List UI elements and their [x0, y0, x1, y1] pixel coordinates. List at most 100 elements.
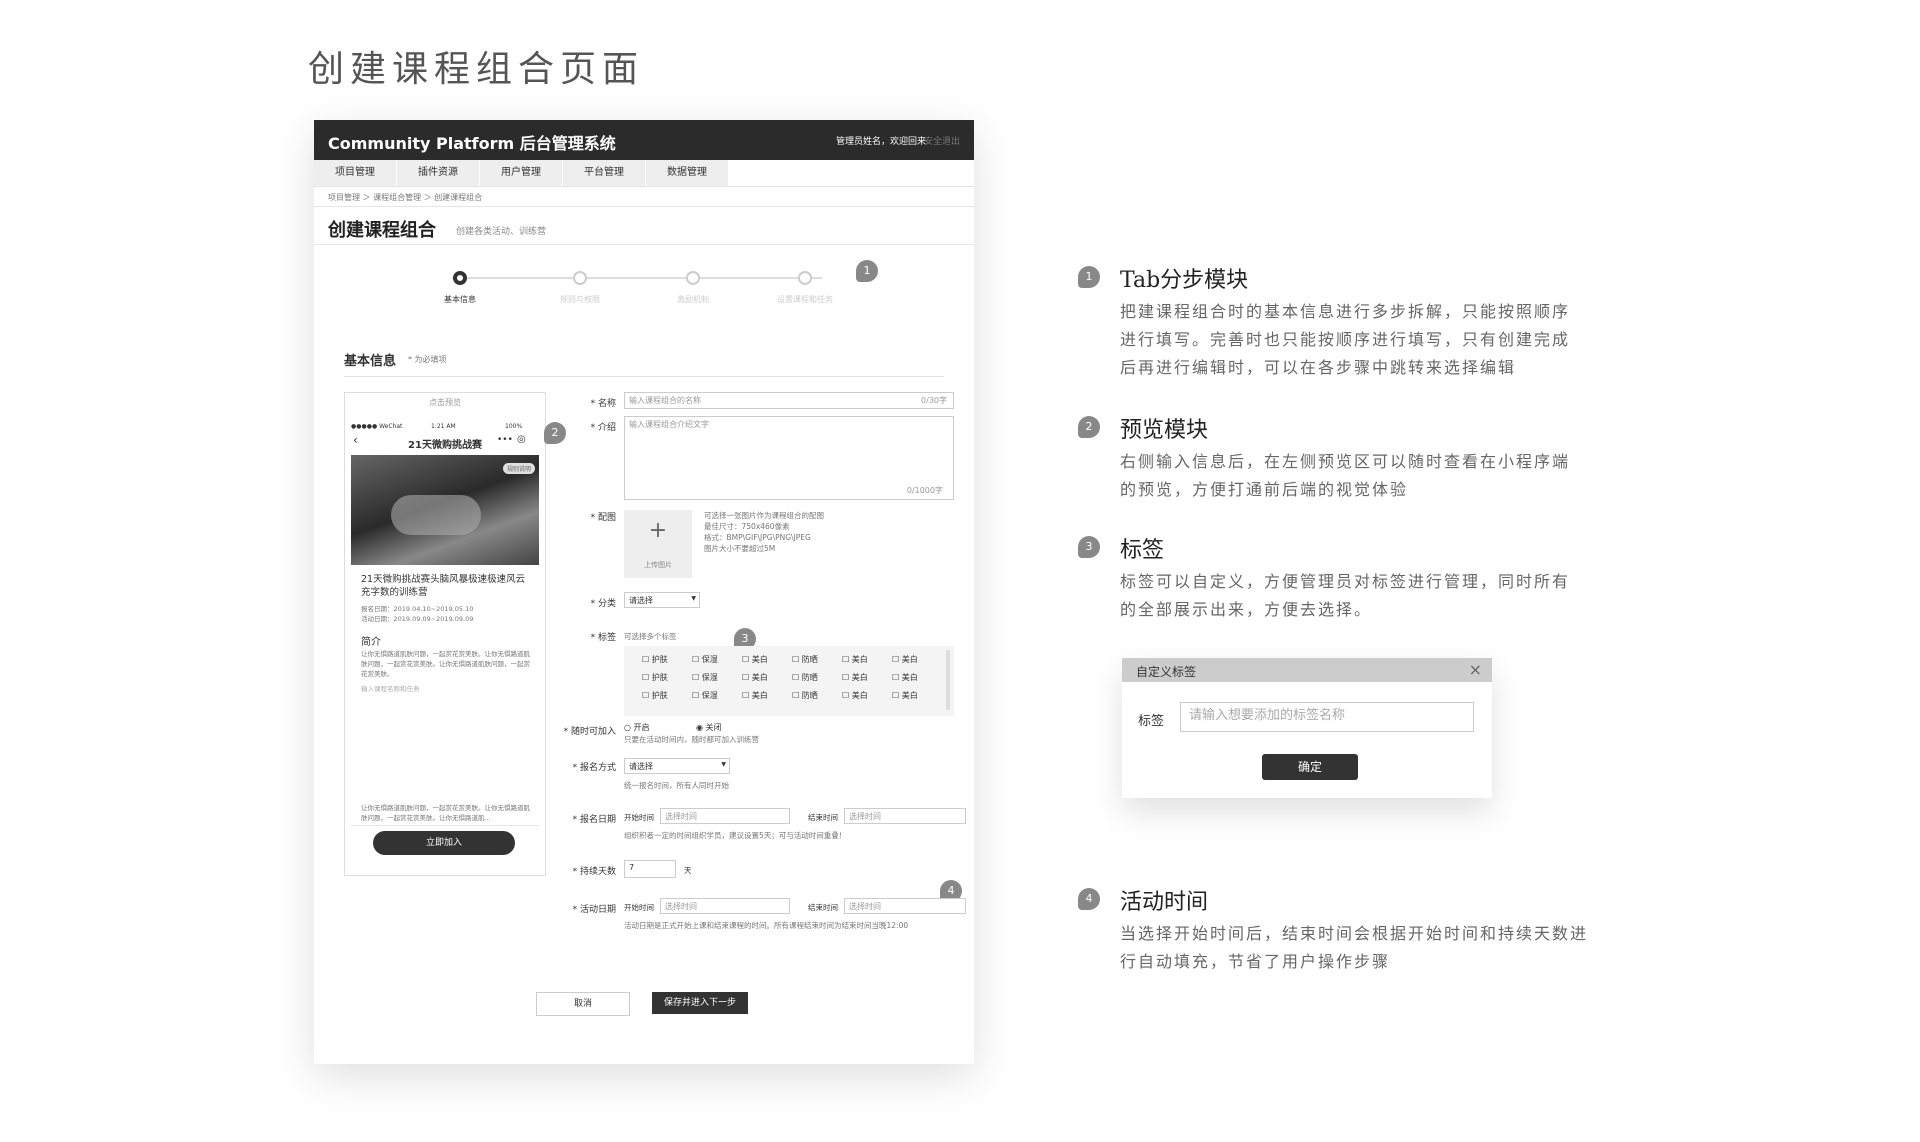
signup-method-note: 统一报名时间，所有人同时开始 [624, 781, 729, 790]
image-note: 可选择一张图片作为课程组合的配图 最佳尺寸：750x460像素 格式：BMP\GIF… [704, 511, 824, 553]
save-next-button[interactable]: 保存并进入下一步 [652, 992, 748, 1014]
cover-shape [391, 495, 481, 535]
activity-end-label: 结束时间 [808, 903, 838, 912]
signup-start-input[interactable]: 选择时间 [660, 808, 790, 824]
duration-input[interactable]: 7 [624, 860, 676, 878]
tag-checkbox[interactable]: ☐ 防晒 [792, 690, 818, 701]
category-select[interactable]: 请选择 ▼ [624, 592, 700, 608]
logout-link[interactable]: 安全退出 [924, 134, 960, 147]
tag-checkbox[interactable]: ☐ 美白 [742, 672, 768, 683]
join-on-radio[interactable]: ○ 开启 [624, 722, 650, 733]
chevron-down-icon: ▼ [691, 595, 696, 602]
signup-method-select[interactable]: 请选择 ▼ [624, 758, 730, 774]
divider [351, 825, 539, 826]
tag-checkbox[interactable]: ☐ 防晒 [792, 654, 818, 665]
tag-checkbox[interactable]: ☐ 美白 [742, 690, 768, 701]
tag-checkbox[interactable]: ☐ 美白 [842, 654, 868, 665]
activity-end-input[interactable]: 选择时间 [844, 898, 966, 914]
user-greeting: 管理员姓名，欢迎回来 [835, 137, 926, 147]
preview-signup-date: 报名日期：2019.04.10~2019.05.10 [361, 605, 474, 613]
step-label-3[interactable]: 激励机制 [653, 294, 733, 305]
section-title: 基本信息 [344, 354, 397, 369]
tags-scrollbar[interactable] [946, 650, 950, 710]
tag-checkbox[interactable]: ☐ 护肤 [642, 654, 668, 665]
heading-subtitle: 创建各类活动、训练营 [456, 227, 547, 237]
preview-header[interactable]: 点击预览 [345, 397, 545, 408]
tag-checkbox[interactable]: ☐ 美白 [892, 672, 918, 683]
tag-checkbox[interactable]: ☐ 美白 [842, 672, 868, 683]
step-label-4[interactable]: 设置课程和任务 [765, 294, 845, 305]
nav-item-user[interactable]: 用户管理 [480, 160, 563, 186]
preview-nav-title: 21天微购挑战赛 [408, 440, 482, 451]
tag-checkbox[interactable]: ☐ 护肤 [642, 672, 668, 683]
signup-end-input[interactable]: 选择时间 [844, 808, 966, 824]
dialog-title: 自定义标签 [1136, 665, 1197, 679]
dialog-titlebar: 自定义标签 × [1122, 658, 1492, 682]
activity-start-input[interactable]: 选择时间 [660, 898, 790, 914]
plus-icon: + [648, 518, 668, 543]
nav-item-data[interactable]: 数据管理 [646, 160, 729, 186]
divider [314, 186, 974, 187]
preview-cover-image: 规则说明 [351, 455, 539, 565]
divider [344, 376, 944, 377]
tags-label: * 标签 [590, 633, 616, 643]
rules-tag[interactable]: 规则说明 [502, 463, 535, 474]
phone-preview: 点击预览 ●●●●● WeChat 1:21 AM 100% ‹ 21天微购挑战… [344, 392, 546, 876]
signup-method-label: * 报名方式 [572, 763, 616, 773]
nav-item-project[interactable]: 项目管理 [314, 160, 397, 186]
cancel-button[interactable]: 取消 [536, 992, 630, 1016]
badge-1: 1 [856, 260, 878, 282]
target-icon[interactable]: ◎ [517, 434, 526, 445]
step-dot-2[interactable] [573, 271, 587, 285]
tag-checkbox[interactable]: ☐ 护肤 [642, 690, 668, 701]
upload-label: 上传图片 [644, 561, 672, 569]
ann-title-1: Tab分步模块 [1120, 268, 1249, 293]
activity-date-note: 活动日期是正式开始上课和结束课程的时间。所有课程结束时间为结束时间当晚12:00 [624, 921, 909, 930]
ann-desc-3: 标签可以自定义，方便管理员对标签进行管理，同时所有 的全部展示出来，方便去选择。 [1120, 572, 1571, 619]
upload-image-box[interactable]: + 上传图片 [624, 510, 692, 578]
preview-footer-text: 让你无惧路道肌肤问题，一起赏花赏美肤。让你无惧路道肌肤问题，一起赏花赏美肤。让你… [361, 804, 530, 822]
divider [314, 244, 974, 245]
status-time: 1:21 AM [431, 423, 456, 430]
step-dot-1[interactable] [453, 271, 467, 285]
name-placeholder: 输入课程组合的名称 [629, 396, 701, 405]
category-label: * 分类 [590, 599, 616, 609]
tag-checkbox[interactable]: ☐ 保湿 [692, 672, 718, 683]
name-input[interactable]: 输入课程组合的名称 0/30字 [624, 392, 954, 409]
ann-title-4: 活动时间 [1120, 890, 1209, 915]
tag-checkbox[interactable]: ☐ 保湿 [692, 690, 718, 701]
more-icon[interactable]: ••• [497, 435, 513, 445]
step-label-2[interactable]: 规则与权限 [540, 294, 620, 305]
tag-checkbox[interactable]: ☐ 美白 [892, 690, 918, 701]
activity-start-label: 开始时间 [624, 903, 654, 912]
signup-date-label: * 报名日期 [572, 815, 616, 825]
nav-item-platform[interactable]: 平台管理 [563, 160, 646, 186]
tag-checkbox[interactable]: ☐ 美白 [892, 654, 918, 665]
dialog-tag-input[interactable]: 请输入想要添加的标签名称 [1180, 702, 1474, 732]
admin-mockup: Community Platform 后台管理系统 管理员姓名，欢迎回来 安全退… [314, 120, 974, 1064]
join-button[interactable]: 立即加入 [373, 831, 515, 855]
ann-badge-3: 3 [1078, 536, 1100, 558]
dialog-tag-label: 标签 [1138, 714, 1165, 729]
tag-checkbox[interactable]: ☐ 美白 [842, 690, 868, 701]
ann-desc-4: 当选择开始时间后，结束时间会根据开始时间和持续天数进 行自动填充，节省了用户操作步… [1120, 924, 1589, 971]
nav-item-plugin[interactable]: 插件资源 [397, 160, 480, 186]
step-dot-4[interactable] [798, 271, 812, 285]
dialog-confirm-button[interactable]: 确定 [1262, 754, 1358, 780]
tag-checkbox[interactable]: ☐ 保湿 [692, 654, 718, 665]
intro-textarea[interactable]: 输入课程组合介绍文字 0/1000字 [624, 416, 954, 500]
name-label: * 名称 [590, 399, 616, 409]
signup-end-label: 结束时间 [808, 813, 838, 822]
duration-unit: 天 [684, 866, 692, 875]
stepper-line [452, 277, 822, 279]
join-off-radio[interactable]: ◉ 关闭 [696, 722, 722, 733]
close-icon[interactable]: × [1469, 660, 1482, 679]
step-label-1[interactable]: 基本信息 [420, 294, 500, 305]
app-header: Community Platform 后台管理系统 管理员姓名，欢迎回来 安全退… [314, 120, 974, 160]
tags-note: 可选择多个标签 [624, 632, 677, 641]
tag-checkbox[interactable]: ☐ 防晒 [792, 672, 818, 683]
step-dot-3[interactable] [686, 271, 700, 285]
tag-checkbox[interactable]: ☐ 美白 [742, 654, 768, 665]
image-label: * 配图 [590, 513, 616, 523]
intro-placeholder: 输入课程组合介绍文字 [629, 420, 709, 429]
